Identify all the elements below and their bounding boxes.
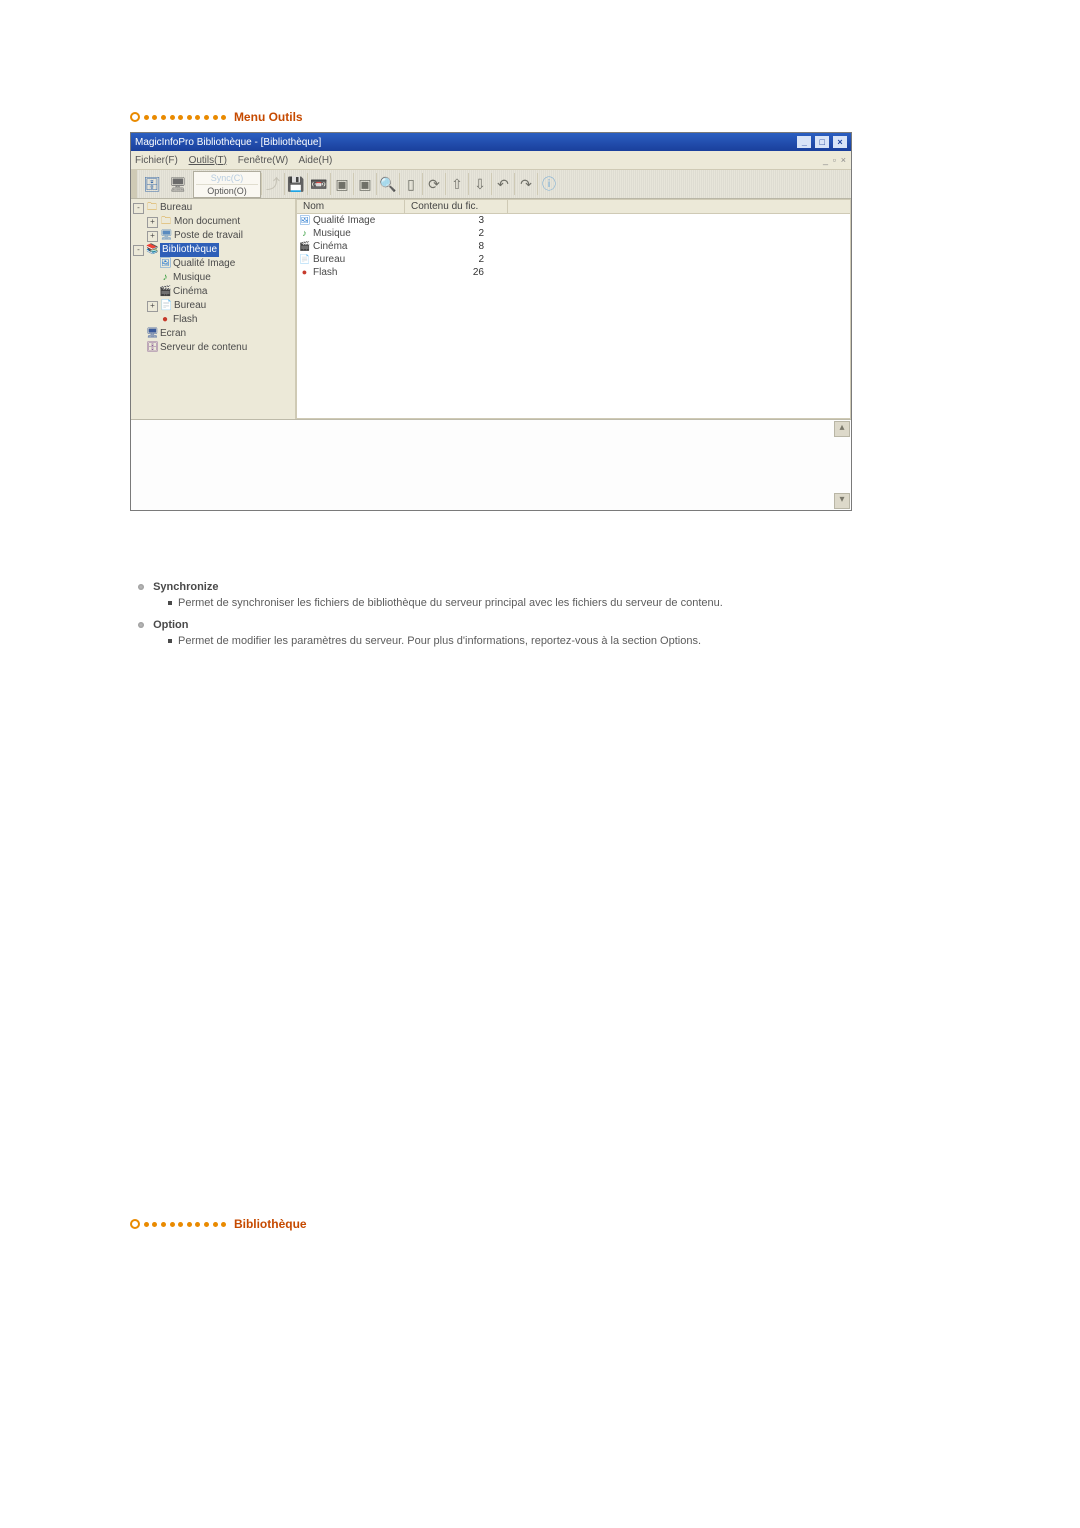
info-icon[interactable]: ⓘ: [537, 173, 560, 195]
toolbar-icon[interactable]: ⇧: [445, 173, 468, 195]
tree-cinema[interactable]: Cinéma: [173, 285, 207, 299]
explanations: Synchronize Permet de synchroniser les f…: [130, 581, 1000, 647]
close-button[interactable]: ×: [833, 136, 847, 148]
menubar: Fichier(F) Outils(T) Fenêtre(W) Aide(H) …: [131, 151, 851, 170]
list-item[interactable]: ♪Musique 2: [297, 227, 850, 240]
expl-synchronize: Synchronize Permet de synchroniser les f…: [138, 581, 1000, 609]
bullet-icon: [138, 622, 144, 628]
redo-icon[interactable]: ↷: [514, 173, 537, 195]
workarea: -🗀Bureau +🗀Mon document +🖥Poste de trava…: [131, 199, 851, 419]
bullet-icon: [130, 1219, 140, 1229]
file-type-icon: ●: [299, 266, 310, 279]
term-synchronize: Synchronize: [153, 581, 218, 593]
bullet-icon: [138, 584, 144, 590]
minimize-button[interactable]: _: [797, 136, 811, 148]
list-item[interactable]: 🎬Cinéma 8: [297, 240, 850, 253]
tree-qi[interactable]: Qualité Image: [173, 257, 235, 271]
toolbar: 🗄 🖥 Sync(C) Option(O) ⤴ 💾 📼 ▣ ▣ 🔍 ▯ ⟳ ⇧ …: [131, 170, 851, 199]
tree-ecran[interactable]: Ecran: [160, 327, 186, 341]
maximize-button[interactable]: □: [815, 136, 829, 148]
search-icon[interactable]: 🔍: [376, 173, 399, 195]
doc-minimize-button[interactable]: _: [823, 155, 828, 165]
server-icon[interactable]: 🗄: [141, 173, 163, 195]
tools-dropdown[interactable]: Sync(C) Option(O): [193, 171, 261, 198]
refresh-icon[interactable]: ⟳: [422, 173, 445, 195]
monitor-icon[interactable]: 🖥: [167, 173, 189, 195]
file-type-icon: 🖼: [299, 214, 310, 227]
toolbar-icon[interactable]: ⇩: [468, 173, 491, 195]
item-count: 2: [394, 227, 512, 240]
expl-option: Option Permet de modifier les paramètres…: [138, 619, 1000, 647]
folder-tree[interactable]: -🗀Bureau +🗀Mon document +🖥Poste de trava…: [131, 199, 296, 419]
toolbar-icon[interactable]: ▣: [330, 173, 353, 195]
item-count: 3: [394, 214, 512, 227]
item-name: Cinéma: [313, 240, 347, 253]
tree-serveur[interactable]: Serveur de contenu: [160, 341, 247, 355]
col-count[interactable]: Contenu du fic.: [405, 200, 508, 213]
dropdown-sync[interactable]: Sync(C): [196, 172, 258, 184]
desc-synchronize: Permet de synchroniser les fichiers de b…: [168, 597, 888, 609]
menu-window[interactable]: Fenêtre(W): [238, 155, 289, 166]
dropdown-option[interactable]: Option(O): [196, 184, 258, 197]
doc-controls: _ ▫ ×: [822, 155, 847, 166]
scroll-up-button[interactable]: ▴: [834, 421, 850, 437]
window-controls: _ □ ×: [796, 136, 847, 148]
tree-flash[interactable]: Flash: [173, 313, 197, 327]
item-name: Flash: [313, 266, 337, 279]
doc-restore-button[interactable]: ▫: [833, 155, 836, 165]
item-count: 2: [394, 253, 512, 266]
window-title: MagicInfoPro Bibliothèque - [Bibliothèqu…: [135, 137, 321, 148]
col-name[interactable]: Nom: [297, 200, 405, 213]
scroll-down-button[interactable]: ▾: [834, 493, 850, 509]
list-header[interactable]: Nom Contenu du fic.: [297, 200, 850, 214]
tree-biblio[interactable]: Bibliothèque: [160, 243, 219, 257]
file-type-icon: 📄: [299, 253, 310, 266]
tree-bureau[interactable]: Bureau: [160, 201, 192, 215]
term-option: Option: [153, 619, 188, 631]
tree-mondoc[interactable]: Mon document: [174, 215, 240, 229]
undo-icon[interactable]: ↶: [491, 173, 514, 195]
list-item[interactable]: ●Flash 26: [297, 266, 850, 279]
item-count: 8: [394, 240, 512, 253]
list-item[interactable]: 📄Bureau 2: [297, 253, 850, 266]
item-name: Bureau: [313, 253, 345, 266]
file-type-icon: 🎬: [299, 240, 310, 253]
toolbar-icon[interactable]: 💾: [284, 173, 307, 195]
item-count: 26: [394, 266, 512, 279]
menu-tools[interactable]: Outils(T): [189, 155, 227, 166]
toolbar-icon[interactable]: ▣: [353, 173, 376, 195]
doc-close-button[interactable]: ×: [841, 155, 846, 165]
section-header-bibliotheque: Bibliothèque: [130, 1217, 1000, 1231]
toolbar-icon[interactable]: ⤴: [261, 173, 284, 195]
bullet-icon: [130, 112, 140, 122]
app-window: MagicInfoPro Bibliothèque - [Bibliothèqu…: [130, 132, 852, 511]
file-list: Nom Contenu du fic. 🖼Qualité Image3♪Musi…: [296, 199, 851, 419]
list-item[interactable]: 🖼Qualité Image 3: [297, 214, 850, 227]
menu-help[interactable]: Aide(H): [298, 155, 332, 166]
toolbar-icon[interactable]: ▯: [399, 173, 422, 195]
desc-option: Permet de modifier les paramètres du ser…: [168, 635, 888, 647]
item-name: Qualité Image: [313, 214, 375, 227]
section-header-menu-outils: Menu Outils: [130, 110, 1000, 124]
tree-bureau2[interactable]: Bureau: [174, 299, 206, 313]
section-title: Menu Outils: [234, 110, 303, 124]
section-title: Bibliothèque: [234, 1217, 307, 1231]
titlebar: MagicInfoPro Bibliothèque - [Bibliothèqu…: [131, 133, 851, 151]
item-name: Musique: [313, 227, 351, 240]
tree-musique[interactable]: Musique: [173, 271, 211, 285]
tree-poste[interactable]: Poste de travail: [174, 229, 243, 243]
log-pane: ▴ ▾: [131, 419, 851, 510]
menu-file[interactable]: Fichier(F): [135, 155, 178, 166]
file-type-icon: ♪: [299, 227, 310, 240]
toolbar-icon[interactable]: 📼: [307, 173, 330, 195]
